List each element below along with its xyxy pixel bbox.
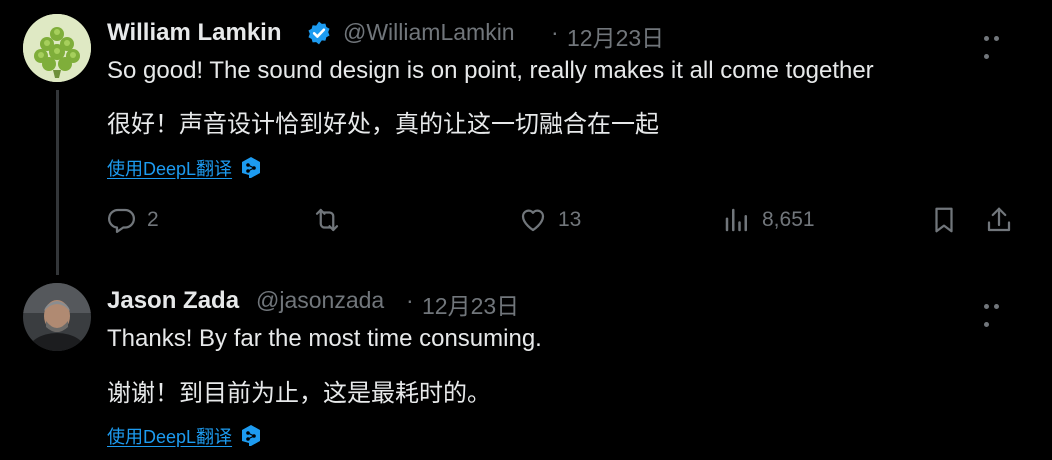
deepl-icon (242, 425, 261, 446)
translate-link[interactable]: 使用DeepL翻译 (107, 423, 262, 449)
share-button[interactable] (984, 205, 1014, 235)
more-icon[interactable] (984, 296, 1012, 327)
avatar-jason-zada[interactable] (23, 283, 91, 351)
verified-badge-icon[interactable] (306, 20, 332, 46)
like-icon (521, 209, 545, 232)
author-handle[interactable]: @jasonzada (256, 287, 384, 314)
bookmark-button[interactable] (929, 205, 959, 235)
reply-button[interactable]: 2 (107, 205, 159, 235)
views-icon (725, 208, 747, 232)
bookmark-icon (935, 207, 953, 233)
translate-link[interactable]: 使用DeepL翻译 (107, 155, 262, 181)
share-icon (987, 207, 1011, 232)
translate-label[interactable]: 使用DeepL翻译 (107, 423, 232, 449)
meta-separator: · (406, 287, 414, 313)
more-icon[interactable] (984, 28, 1012, 59)
deepl-icon (242, 157, 261, 178)
meta-separator: · (551, 19, 559, 45)
tweet-date[interactable]: 12月23日 (422, 287, 519, 321)
views-button[interactable]: 8,651 (722, 205, 815, 235)
views-count: 8,651 (762, 208, 815, 231)
tweet-text-zh: 谢谢！到目前为止，这是最耗时的。 (107, 380, 491, 407)
tweet-date[interactable]: 12月23日 (567, 19, 664, 53)
author-name[interactable]: William Lamkin (107, 19, 282, 47)
author-handle[interactable]: @WilliamLamkin (343, 19, 515, 46)
retweet-icon (315, 208, 339, 232)
retweet-button[interactable] (312, 205, 342, 235)
author-name[interactable]: Jason Zada (107, 287, 239, 315)
tweet-2[interactable]: Jason Zada @jasonzada · 12月23日 Thanks! B… (0, 275, 1052, 460)
thread-line (56, 90, 59, 275)
tweet-1[interactable]: William Lamkin @WilliamLamkin · 12月23日 S… (0, 0, 1052, 275)
reply-count: 2 (147, 208, 159, 231)
reply-icon (108, 208, 135, 233)
tweet-text-zh: 很好！声音设计恰到好处，真的让这一切融合在一起 (107, 111, 659, 138)
avatar-william-lamkin[interactable] (23, 14, 91, 82)
tweet-text-en: So good! The sound design is on point, r… (107, 57, 874, 84)
like-count: 13 (558, 208, 582, 231)
like-button[interactable]: 13 (518, 205, 581, 235)
tweet-text-en: Thanks! By far the most time consuming. (107, 325, 542, 352)
translate-label[interactable]: 使用DeepL翻译 (107, 155, 232, 181)
